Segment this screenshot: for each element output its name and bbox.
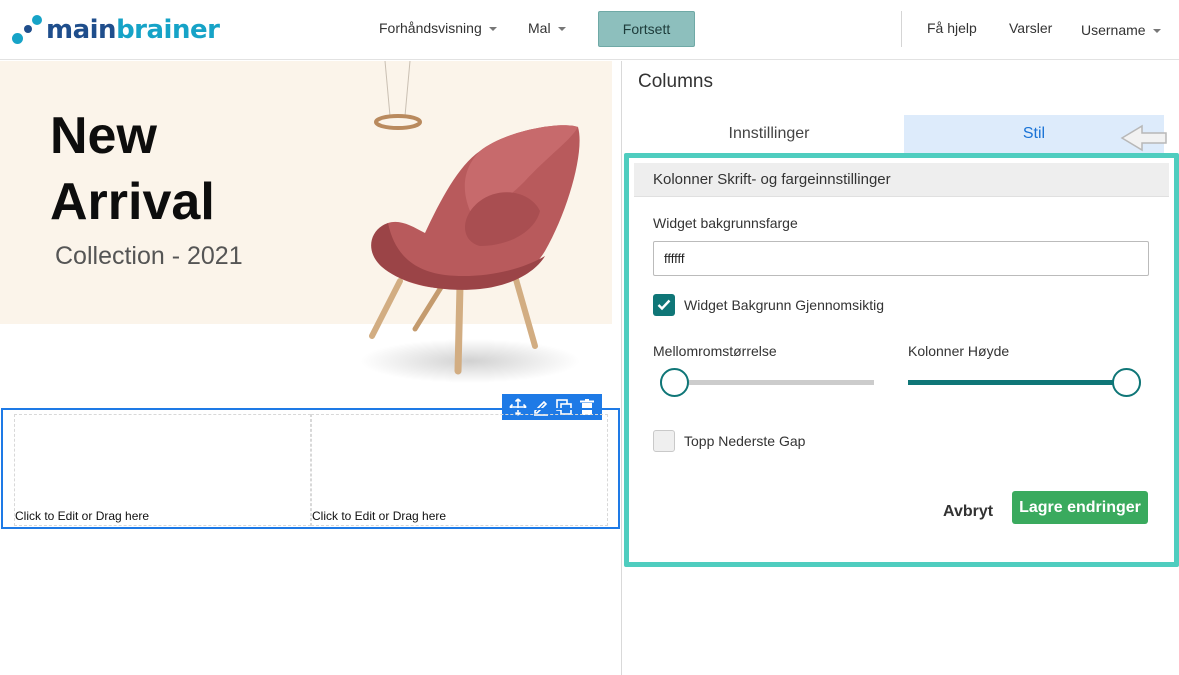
top-bottom-gap-label: Topp Nederste Gap bbox=[684, 433, 806, 449]
top-bar: mainbrainer Forhåndsvisning Mal Fortsett… bbox=[0, 0, 1179, 60]
continue-button[interactable]: Fortsett bbox=[598, 11, 695, 47]
chevron-down-icon bbox=[488, 27, 497, 31]
column-cell-2[interactable]: Click to Edit or Drag here bbox=[311, 414, 608, 526]
transparent-checkbox[interactable] bbox=[653, 294, 675, 316]
nav-divider bbox=[901, 11, 902, 47]
preview-dropdown[interactable]: Forhåndsvisning bbox=[379, 20, 497, 36]
banner-title: New Arrival bbox=[50, 103, 215, 235]
template-dropdown[interactable]: Mal bbox=[528, 20, 566, 36]
save-changes-button[interactable]: Lagre endringer bbox=[1012, 491, 1148, 524]
armchair-illustration bbox=[360, 61, 580, 383]
bg-color-input[interactable] bbox=[653, 241, 1149, 276]
height-slider-knob[interactable] bbox=[1112, 368, 1141, 397]
height-label: Kolonner Høyde bbox=[908, 343, 1010, 359]
banner-title-line2: Arrival bbox=[50, 173, 215, 231]
notifications-link[interactable]: Varsler bbox=[1009, 20, 1052, 36]
spacing-slider[interactable] bbox=[660, 367, 874, 397]
banner-subtitle: Collection - 2021 bbox=[55, 242, 243, 270]
column-cell-1[interactable]: Click to Edit or Drag here bbox=[14, 414, 311, 526]
bg-color-label: Widget bakgrunnsfarge bbox=[653, 215, 798, 231]
spacing-label: Mellomromstørrelse bbox=[653, 343, 777, 359]
top-bottom-gap-checkbox[interactable] bbox=[653, 430, 675, 452]
logo-wordmark: mainbrainer bbox=[46, 15, 220, 45]
tab-settings[interactable]: Innstillinger bbox=[636, 115, 902, 153]
section-header: Kolonner Skrift- og fargeinnstillinger bbox=[634, 163, 1169, 197]
columns-widget[interactable]: Click to Edit or Drag here Click to Edit… bbox=[1, 408, 620, 529]
chevron-down-icon bbox=[1152, 29, 1161, 33]
editor-canvas[interactable]: New Arrival Collection - 2021 Click to E… bbox=[0, 61, 621, 675]
panel-title: Columns bbox=[638, 71, 713, 92]
properties-panel: Columns Innstillinger Stil Kolonner Skri… bbox=[621, 61, 1179, 675]
notifications-label: Varsler bbox=[1009, 20, 1053, 36]
height-slider[interactable] bbox=[908, 367, 1141, 397]
chevron-down-icon bbox=[557, 27, 566, 31]
pointer-arrow-icon bbox=[1120, 124, 1167, 152]
height-slider-fill bbox=[908, 380, 1127, 385]
mainbrainer-logo[interactable]: mainbrainer bbox=[10, 12, 220, 48]
transparent-label: Widget Bakgrunn Gjennomsiktig bbox=[684, 297, 884, 313]
style-settings-box: Kolonner Skrift- og fargeinnstillinger W… bbox=[624, 153, 1179, 567]
logo-mark bbox=[10, 13, 44, 47]
template-label: Mal bbox=[528, 20, 551, 36]
help-link[interactable]: Få hjelp bbox=[927, 20, 977, 36]
spacing-slider-knob[interactable] bbox=[660, 368, 689, 397]
cancel-button[interactable]: Avbryt bbox=[943, 496, 993, 528]
preview-label: Forhåndsvisning bbox=[379, 20, 482, 36]
spacing-slider-track bbox=[660, 380, 874, 385]
help-label: Få hjelp bbox=[927, 20, 977, 36]
column-cell-1-label: Click to Edit or Drag here bbox=[15, 509, 150, 523]
banner-title-line1: New bbox=[50, 107, 157, 165]
username-label: Username bbox=[1081, 22, 1146, 38]
user-menu[interactable]: Username bbox=[1081, 22, 1161, 38]
column-cell-2-label: Click to Edit or Drag here bbox=[312, 509, 447, 523]
checkmark-icon bbox=[657, 299, 671, 311]
